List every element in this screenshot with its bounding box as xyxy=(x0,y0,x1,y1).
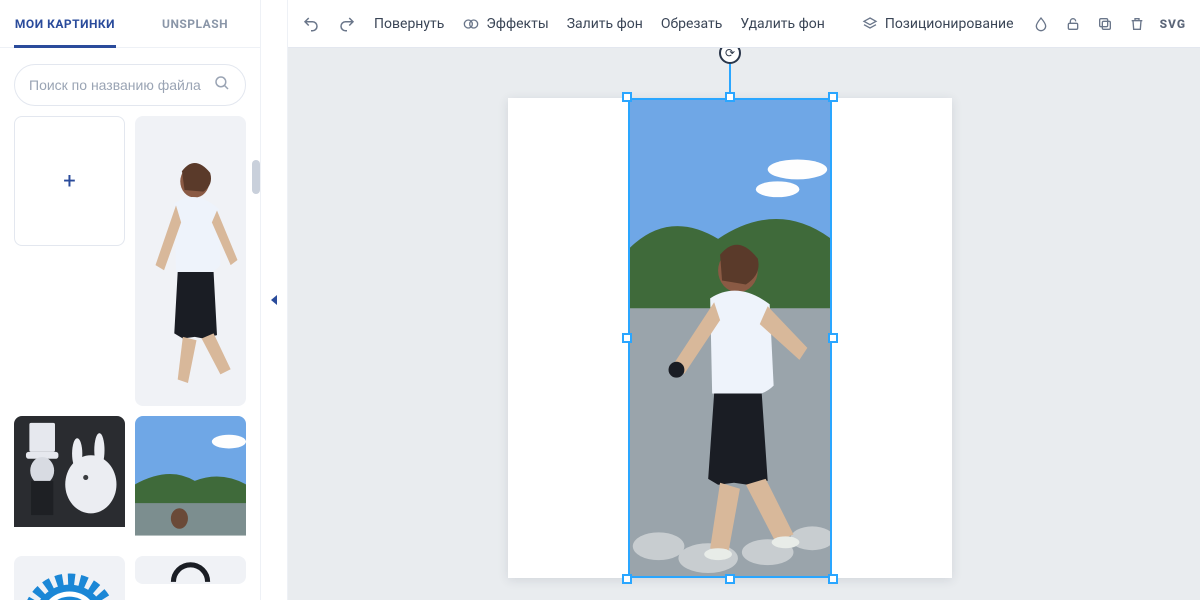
search-icon[interactable] xyxy=(213,74,231,96)
gallery-thumb-magician[interactable] xyxy=(14,416,125,546)
chevron-left-icon xyxy=(271,295,277,305)
opacity-icon[interactable] xyxy=(1032,15,1050,33)
undo-icon[interactable] xyxy=(302,15,320,33)
lock-icon[interactable] xyxy=(1064,15,1082,33)
sidebar: МОИ КАРТИНКИ UNSPLASH + xyxy=(0,0,260,600)
resize-handle-t[interactable] xyxy=(725,92,735,102)
resize-handle-bl[interactable] xyxy=(622,574,632,584)
gallery-thumb-partial[interactable] xyxy=(135,556,246,584)
image-gallery: + xyxy=(0,116,260,600)
editor-main: Повернуть Эффекты Залить фон Обрезать Уд… xyxy=(288,0,1200,600)
export-svg-button[interactable]: SVG xyxy=(1160,17,1186,31)
copy-icon[interactable] xyxy=(1096,15,1114,33)
canvas[interactable]: ⟳ xyxy=(288,48,1200,600)
image-content xyxy=(628,98,832,578)
effects-button[interactable]: Эффекты xyxy=(462,15,548,33)
resize-handle-br[interactable] xyxy=(828,574,838,584)
search-field[interactable] xyxy=(14,64,246,106)
sidebar-tabs: МОИ КАРТИНКИ UNSPLASH xyxy=(0,0,260,48)
resize-handle-l[interactable] xyxy=(622,333,632,343)
redo-icon[interactable] xyxy=(338,15,356,33)
context-toolbar: Повернуть Эффекты Залить фон Обрезать Уд… xyxy=(288,0,1200,48)
resize-handle-tr[interactable] xyxy=(828,92,838,102)
selected-image[interactable]: ⟳ xyxy=(628,98,832,578)
sidebar-scrollbar[interactable] xyxy=(252,160,260,194)
rotate-button[interactable]: Повернуть xyxy=(374,16,444,32)
gallery-thumb-badge[interactable] xyxy=(14,556,125,600)
positioning-button[interactable]: Позиционирование xyxy=(861,15,1014,33)
add-image-tile[interactable]: + xyxy=(14,116,125,246)
effects-icon xyxy=(462,15,480,33)
panel-collapse[interactable] xyxy=(260,0,288,600)
gallery-thumb-landscape[interactable] xyxy=(135,416,246,546)
plus-icon: + xyxy=(63,169,75,194)
tab-unsplash[interactable]: UNSPLASH xyxy=(130,0,260,47)
fill-bg-button[interactable]: Залить фон xyxy=(567,16,643,32)
resize-handle-tl[interactable] xyxy=(622,92,632,102)
layers-icon xyxy=(861,15,879,33)
search-input[interactable] xyxy=(29,77,213,93)
remove-bg-button[interactable]: Удалить фон xyxy=(740,16,825,32)
gallery-thumb-person-cutout[interactable] xyxy=(135,116,246,406)
crop-button[interactable]: Обрезать xyxy=(661,16,723,32)
resize-handle-r[interactable] xyxy=(828,333,838,343)
rotation-handle[interactable]: ⟳ xyxy=(719,48,741,64)
tab-my-images[interactable]: МОИ КАРТИНКИ xyxy=(0,0,130,47)
delete-icon[interactable] xyxy=(1128,15,1146,33)
resize-handle-b[interactable] xyxy=(725,574,735,584)
